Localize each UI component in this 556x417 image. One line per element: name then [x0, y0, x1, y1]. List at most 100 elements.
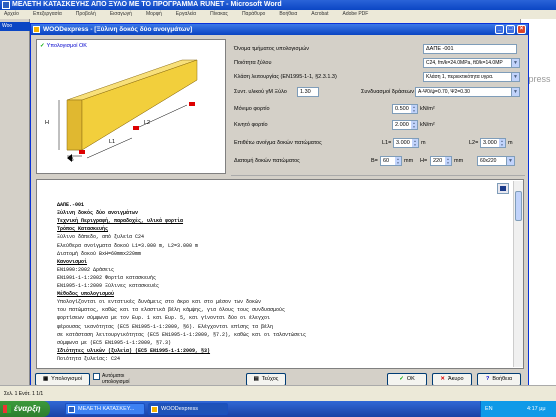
windows-logo-icon — [3, 405, 11, 413]
maximize-icon[interactable]: □ — [506, 25, 515, 34]
print-button[interactable] — [497, 183, 509, 194]
status-text: Σελ. 1 Ενότ. 1 1/1 — [4, 391, 44, 397]
l1-label: L1= — [382, 140, 392, 146]
woodexpress-app-icon — [33, 26, 40, 33]
chevron-down-icon[interactable]: ▼ — [511, 59, 519, 67]
menu-item[interactable]: Προβολή — [76, 11, 96, 17]
gamma-input[interactable]: 1.30 — [297, 87, 319, 97]
report-line: Ιδιότητες υλικών (ξυλεία) (EC5 EN1995-1-… — [57, 347, 211, 354]
taskbar-item-woodexpress[interactable]: WOODexpress — [148, 403, 228, 415]
spin-icon[interactable]: ▲ ▼ — [445, 157, 451, 165]
menu-item[interactable]: Εισαγωγή — [110, 11, 132, 17]
report-scrollbar[interactable] — [513, 181, 523, 367]
check-icon: ✓ — [399, 376, 404, 382]
h-unit: mm — [454, 158, 464, 164]
spin-icon[interactable]: ▲ ▼ — [412, 139, 418, 147]
menu-item[interactable]: Βοήθεια — [279, 11, 297, 17]
menu-item[interactable]: Adobe PDF — [342, 11, 368, 17]
name-label: Όνομα τμήματος υπολογισμών — [234, 46, 310, 52]
name-input[interactable]: ΔΑΠΕ -001 — [423, 44, 517, 54]
report-viewer[interactable]: ΔΑΠΕ.-001 Ξύλινη δοκός δύο ανοιγμάτων Τεχν… — [36, 179, 524, 369]
l1-unit: m — [421, 140, 426, 146]
menu-item[interactable]: Αρχείο — [4, 11, 19, 17]
menu-item[interactable]: Εργαλεία — [176, 11, 196, 17]
menu-item[interactable]: Παράθυρο — [242, 11, 265, 17]
chevron-down-icon[interactable]: ▼ — [511, 73, 519, 81]
divider — [231, 175, 525, 176]
preview-label-h: H — [45, 120, 49, 126]
auto-calc-checkbox[interactable] — [93, 373, 100, 380]
report-line: Τεχνική Περιγραφή, παραδοχές, υλικά φορτ… — [57, 218, 184, 225]
live-load-unit: kN/m² — [420, 122, 435, 128]
spin-icon[interactable]: ▲ ▼ — [411, 121, 417, 129]
combination-select[interactable]: A-Ψ0/ψ=0.70, Ψ2=0.30 ▼ — [415, 87, 520, 97]
report-line: σύμφωνα με (EC5 EN1995-1-1:2009, §7.3) — [57, 339, 172, 346]
l2-input[interactable]: 3.000 ▲ ▼ — [480, 138, 506, 148]
preview-label-l2: L2 — [144, 120, 151, 126]
report-line: EN1995-1-1:2009 Ξύλινες κατασκευές — [57, 283, 160, 289]
auto-calc-label: Αυτόματοι υπολογισμοί — [102, 373, 130, 385]
beam-preview: ✓ Υπολογισμοί ΟΚ H B L1 L2 — [36, 39, 226, 174]
report-line: Ξύλινο δάπεδο, από ξυλεία C24 — [57, 234, 145, 241]
h-input[interactable]: 220 ▲ ▼ — [430, 156, 452, 166]
combination-label: Συνδυασμοί δράσεων — [361, 89, 415, 95]
b-label: B= — [371, 158, 378, 164]
service-class-label: Κλάση λειτουργίας (EN1995-1-1, §2.3.1.3) — [234, 74, 337, 80]
report-line: ΔΑΠΕ.-001 — [57, 202, 85, 208]
span-label: Επιθέτω ανοίγμα δοκών πατώματος — [234, 140, 322, 146]
woo-mini-window-title[interactable]: Woo — [0, 22, 30, 31]
wood-quality-label: Ποιότητα ξύλου — [234, 60, 272, 66]
menu-item[interactable]: Μορφή — [146, 11, 162, 17]
b-unit: mm — [404, 158, 414, 164]
spin-icon[interactable]: ▲ ▼ — [395, 157, 401, 165]
close-icon[interactable]: × — [517, 25, 526, 34]
chevron-down-icon[interactable]: ▼ — [506, 157, 514, 165]
report-line: EN1991-1-1:2002 Φορτία κατασκευής — [57, 274, 157, 281]
live-load-label: Κινητό φορτίο — [234, 122, 268, 128]
report-line: Ελεύθερα ανοίγματα δοκού L1=3.000 m, L2=… — [57, 242, 199, 249]
l2-label: L2= — [469, 140, 479, 146]
clock: 4:17 μμ — [527, 406, 546, 412]
b-input[interactable]: 60 ▲ ▼ — [380, 156, 402, 166]
minimize-icon[interactable]: _ — [495, 25, 504, 34]
report-line: Κανονισμοί — [57, 258, 88, 265]
cross-icon: ✕ — [440, 376, 445, 382]
report-line: Διατομή δοκού ΒxΗ=60mmx220mm — [57, 250, 142, 257]
calculator-icon: ▦ — [42, 376, 49, 382]
live-load-input[interactable]: 2.000 ▲ ▼ — [392, 120, 418, 130]
gamma-label: Συντ. υλικού γM Ξύλο — [234, 89, 287, 95]
report-line: σε κατάσταση λειτουργικότητας (EC5 EN199… — [57, 331, 307, 338]
permanent-load-input[interactable]: 0.500 ▲ ▼ — [392, 104, 418, 114]
word-titlebar: ΜΕΛΕΤΗ ΚΑΤΑΣΚΕΥΗΣ ΑΠΟ ΞΥΛΟ ΜΕ ΤΟ ΠΡΟΓΡΑΜ… — [0, 0, 556, 10]
report-line: Ξύλινη δοκός δύο ανοιγμάτων — [57, 210, 139, 217]
dialog-titlebar: WOODexpress - [Ξύλινη δοκός δύο ανοιγμάτ… — [31, 24, 528, 35]
chevron-down-icon[interactable]: ▼ — [511, 88, 519, 96]
word-window-title: ΜΕΛΕΤΗ ΚΑΤΑΣΚΕΥΗΣ ΑΠΟ ΞΥΛΟ ΜΕ ΤΟ ΠΡΟΓΡΑΜ… — [12, 1, 282, 8]
preview-label-b: B — [70, 157, 74, 163]
word-left-panel — [0, 19, 30, 385]
report-line: EN1990:2002 Δράσεις — [57, 266, 115, 273]
spin-icon[interactable]: ▲ ▼ — [411, 105, 417, 113]
woodexpress-icon — [151, 406, 158, 413]
taskbar: έναρξη ΜΕΛΕΤΗ ΚΑΤΑΣΚΕΥ... WOODexpress EN… — [0, 401, 556, 417]
word-icon — [68, 406, 75, 413]
section-select[interactable]: 60x220 ▼ — [477, 156, 515, 166]
menu-item[interactable]: Πίνακας — [210, 11, 228, 17]
wood-quality-select[interactable]: C24, fm/k=24.0MPa, ft0/k=14.0MP ▼ — [423, 58, 520, 68]
taskbar-item-word[interactable]: ΜΕΛΕΤΗ ΚΑΤΑΣΚΕΥ... — [65, 403, 145, 415]
report-line: Υπολογίζονται οι εντατικές δυνάμεις στο … — [57, 299, 262, 306]
language-indicator[interactable]: EN — [485, 401, 493, 417]
report-line: φέρουσας ικανότητας (EC5 EN1995-1-1:2009… — [57, 323, 274, 330]
service-class-select[interactable]: Κλάση 1, περιεκτικότητα υγρα. ▼ — [423, 72, 520, 82]
spin-icon[interactable]: ▲ ▼ — [499, 139, 505, 147]
report-line: Μέθοδος υπολογισμού — [57, 291, 115, 298]
l1-input[interactable]: 3.000 ▲ ▼ — [393, 138, 419, 148]
permanent-load-label: Μόνιμο φορτίο — [234, 106, 270, 112]
word-app-icon — [2, 1, 10, 9]
start-button[interactable]: έναρξη — [0, 401, 50, 417]
word-menubar: Αρχείο Επεξεργασία Προβολή Εισαγωγή Μορφή Εργ… — [0, 10, 556, 19]
help-icon: ? — [485, 376, 490, 382]
menu-item[interactable]: Επεξεργασία — [33, 11, 62, 17]
scroll-thumb[interactable] — [515, 191, 522, 221]
menu-item[interactable]: Acrobat — [311, 11, 328, 17]
